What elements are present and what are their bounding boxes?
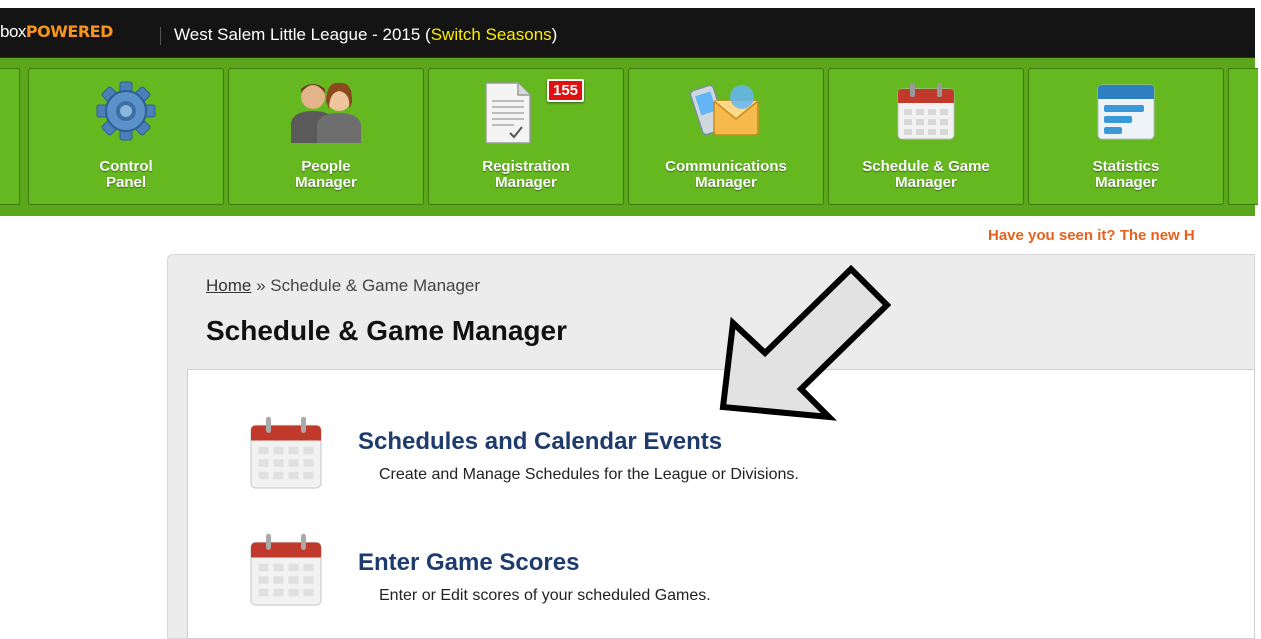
toolbar-item-partial-left[interactable] (0, 68, 20, 205)
toolbar-item-label: Registration Manager (482, 158, 570, 191)
toolbar-item-communications-manager[interactable]: Communications Manager (628, 68, 824, 205)
toolbar-item-schedule-game-manager[interactable]: Schedule & Game Manager (828, 68, 1024, 205)
top-bar: boxPOWERED West Salem Little League - 20… (0, 8, 1255, 58)
annotation-arrow-icon (719, 265, 892, 421)
gear-icon (96, 81, 156, 141)
document-icon (485, 82, 531, 144)
breadcrumb-home-link[interactable]: Home (206, 276, 251, 295)
schedules-calendar-link[interactable]: Schedules and Calendar Events (358, 428, 722, 456)
league-title: West Salem Little League - 2015 (Switch … (174, 25, 558, 44)
calendar-icon[interactable] (246, 413, 326, 493)
people-icon (291, 82, 361, 143)
calendar-icon (897, 83, 955, 140)
breadcrumb-current: Schedule & Game Manager (270, 276, 481, 295)
stats-icon (1097, 84, 1155, 140)
promo-banner[interactable]: Have you seen it? The new H (988, 227, 1195, 244)
toolbar-item-registration-manager[interactable]: 155 Registration Manager (428, 68, 624, 205)
toolbar-item-label: Control Panel (99, 158, 153, 191)
enter-game-scores-link[interactable]: Enter Game Scores (358, 549, 579, 577)
schedules-calendar-desc: Create and Manage Schedules for the Leag… (379, 466, 799, 483)
toolbar-item-people-manager[interactable]: People Manager (228, 68, 424, 205)
toolbar-item-label: Statistics Manager (1092, 158, 1160, 191)
page-title: Schedule & Game Manager (206, 315, 568, 346)
toolbar-item-label: Communications Manager (665, 158, 787, 191)
switch-seasons-link[interactable]: Switch Seasons (431, 25, 552, 44)
calendar-icon[interactable] (246, 530, 326, 610)
toolbar-item-label: Schedule & Game Manager (862, 158, 990, 191)
phone-mail-icon (690, 84, 759, 136)
divider (160, 27, 161, 45)
module-toolbar: Control Panel People Manager 155 Registrat… (0, 58, 1258, 216)
toolbar-item-partial-right[interactable] (1228, 68, 1258, 205)
enter-game-scores-desc: Enter or Edit scores of your scheduled G… (379, 587, 711, 604)
registration-count-badge: 155 (547, 79, 585, 102)
brand-logo[interactable]: boxPOWERED (0, 22, 113, 42)
toolbar-item-statistics-manager[interactable]: Statistics Manager (1028, 68, 1224, 205)
toolbar-item-control-panel[interactable]: Control Panel (28, 68, 224, 205)
breadcrumb: Home » Schedule & Game Manager (206, 276, 481, 295)
toolbar-item-label: People Manager (295, 158, 357, 191)
